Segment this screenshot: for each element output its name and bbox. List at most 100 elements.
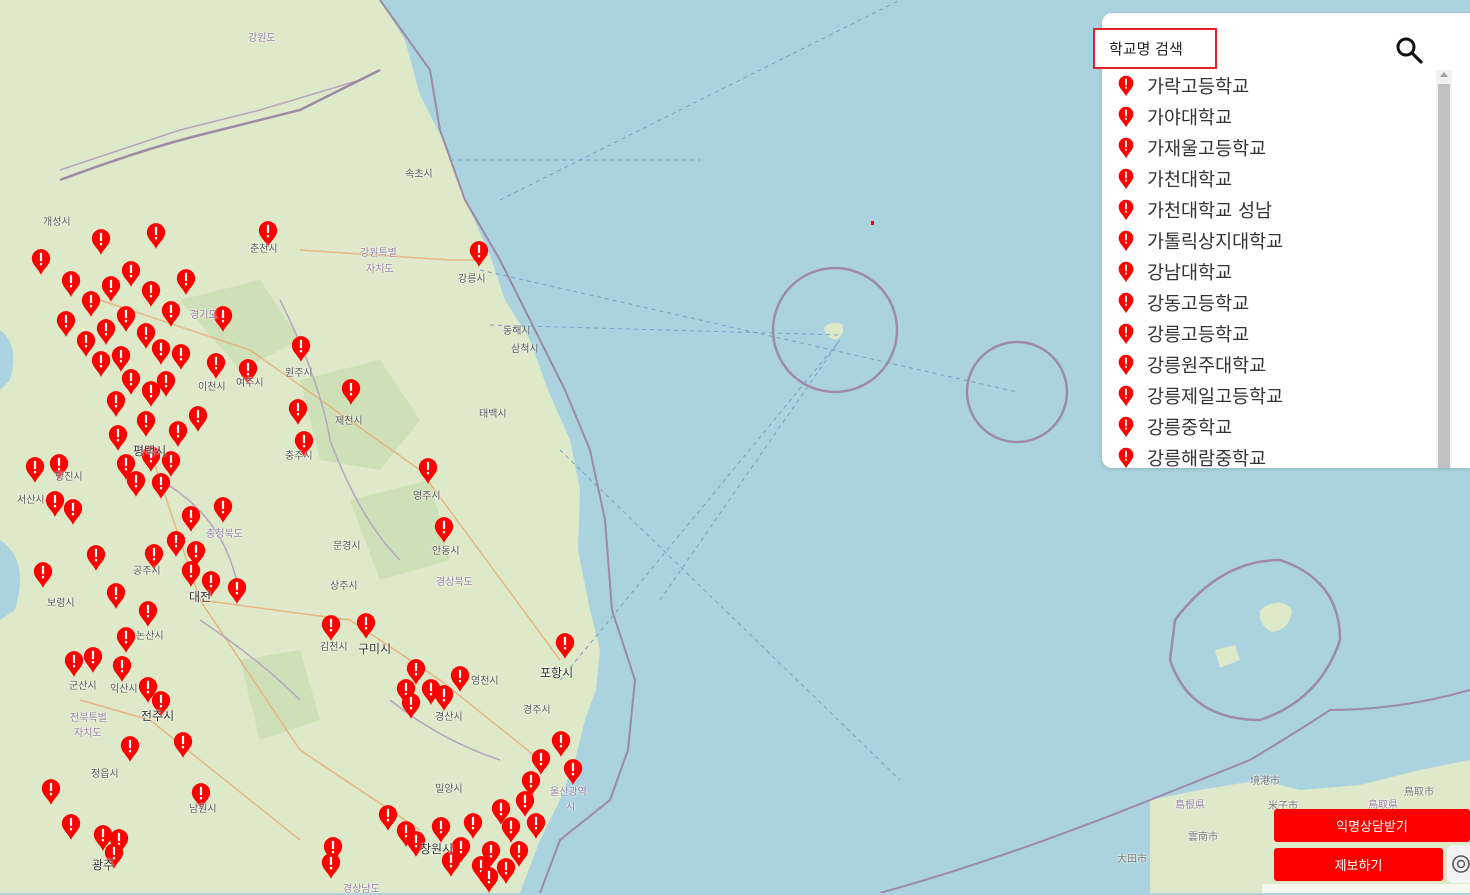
map-label: 원주시 <box>285 368 313 379</box>
map-pin-icon <box>1117 168 1135 190</box>
map-label: 大田市 <box>1117 854 1147 865</box>
school-name: 가톨릭상지대학교 <box>1147 231 1284 253</box>
school-name: 가야대학교 <box>1147 107 1233 129</box>
school-name: 강남대학교 <box>1147 262 1233 284</box>
dokdo-marker <box>871 221 874 225</box>
map-label: 안동시 <box>432 546 460 557</box>
map-label: 밀양시 <box>435 784 463 795</box>
map-label: 제천시 <box>335 416 363 427</box>
map-pin-icon <box>1117 230 1135 252</box>
search-button[interactable] <box>1394 35 1424 65</box>
map-label: 익산시 <box>110 684 138 695</box>
map-pin-icon <box>1117 292 1135 314</box>
school-name: 가재울고등학교 <box>1147 138 1267 160</box>
map-label: 포항시 <box>540 666 574 680</box>
school-name: 강릉제일고등학교 <box>1147 386 1284 408</box>
map-label: 경주시 <box>523 705 551 716</box>
map-label: 강원특별 <box>360 248 397 259</box>
school-name: 가천대학교 <box>1147 169 1233 191</box>
school-name: 강릉고등학교 <box>1147 324 1250 346</box>
map-label: 평택시 <box>133 444 167 458</box>
map-label: 태백시 <box>479 409 507 420</box>
school-name: 가천대학교 성남 <box>1147 200 1273 222</box>
map-label: 구미시 <box>358 642 392 656</box>
map-label: 보령시 <box>47 598 75 609</box>
map-label: 이천시 <box>198 382 226 393</box>
map-label: 여주시 <box>236 378 264 389</box>
list-scrollbar[interactable] <box>1436 70 1452 468</box>
map-label: 군산시 <box>69 681 97 692</box>
map-label: 개성시 <box>43 217 71 228</box>
list-item[interactable]: 강동고등학교 <box>1117 287 1432 318</box>
school-search-panel: 가락고등학교 가야대학교 가재울고등학교 가천대학교 가천대학교 성남 가톨릭상… <box>1093 13 1470 468</box>
search-icon <box>1396 37 1423 64</box>
list-item[interactable]: 강남대학교 <box>1117 256 1432 287</box>
map-label: 전북특별 <box>70 713 107 724</box>
map-pin-icon <box>1117 447 1135 469</box>
map-label: 창원시 <box>420 842 454 856</box>
list-item[interactable]: 강릉해람중학교 <box>1117 442 1432 468</box>
map-pin-icon <box>1117 354 1135 376</box>
map-label: 경기도 <box>190 310 218 321</box>
anonymous-consult-button[interactable]: 익명상담받기 <box>1274 809 1470 842</box>
search-box[interactable] <box>1093 28 1217 69</box>
map-label: 정읍시 <box>91 769 119 780</box>
map-pin-icon <box>1117 106 1135 128</box>
map-label: 서산시 <box>17 495 45 506</box>
school-name: 강릉해람중학교 <box>1147 448 1267 469</box>
map-label: 전주시 <box>141 709 175 723</box>
map-label: 자치도 <box>366 264 394 275</box>
map-label: 대전 <box>189 590 212 604</box>
map-label: 김천시 <box>320 642 348 653</box>
list-item[interactable]: 가천대학교 성남 <box>1117 194 1432 225</box>
map-label: 鳥取市 <box>1404 787 1434 798</box>
map-attribution <box>1262 884 1470 893</box>
map-label: 충청북도 <box>206 529 243 540</box>
map-label: 문경시 <box>333 541 361 552</box>
school-name: 가락고등학교 <box>1147 76 1250 98</box>
map-pin-icon <box>1117 137 1135 159</box>
map-label: 境港市 <box>1250 776 1280 787</box>
list-item[interactable]: 강릉제일고등학교 <box>1117 380 1432 411</box>
scroll-up-arrow-icon[interactable] <box>1440 72 1448 77</box>
map-label: 상주시 <box>330 581 358 592</box>
map-pin-icon <box>1117 199 1135 221</box>
map-pin-icon <box>1117 416 1135 438</box>
map-label: 남원시 <box>189 804 217 815</box>
list-item[interactable]: 가야대학교 <box>1117 101 1432 132</box>
list-item[interactable]: 강릉중학교 <box>1117 411 1432 442</box>
map-label: 동해시 <box>503 326 531 337</box>
list-item[interactable]: 가락고등학교 <box>1117 70 1432 101</box>
map-pin-icon <box>1117 261 1135 283</box>
map-label: 춘천시 <box>250 244 278 255</box>
map-label: 공주시 <box>133 566 161 577</box>
map-label: 충주시 <box>285 451 313 462</box>
map-label: 당진시 <box>55 472 83 483</box>
chat-ai-icon-glyph <box>1452 855 1470 873</box>
search-input[interactable] <box>1095 30 1215 67</box>
map-label: 영주시 <box>413 491 441 502</box>
map-label: 시 <box>566 802 576 813</box>
report-button[interactable]: 제보하기 <box>1274 848 1443 881</box>
school-name: 강릉중학교 <box>1147 417 1233 439</box>
map-label: 雲南市 <box>1188 832 1218 843</box>
chat-ai-icon[interactable] <box>1447 845 1470 883</box>
list-item[interactable]: 강릉고등학교 <box>1117 318 1432 349</box>
map-label: 경상북도 <box>436 577 473 588</box>
map-label: 島根県 <box>1175 800 1205 811</box>
list-item[interactable]: 가톨릭상지대학교 <box>1117 225 1432 256</box>
map-label: 영천시 <box>471 676 499 687</box>
map-label: 경산시 <box>435 712 463 723</box>
map-pin-icon <box>1117 385 1135 407</box>
list-item[interactable]: 가재울고등학교 <box>1117 132 1432 163</box>
map-label: 강원도 <box>248 33 276 44</box>
school-name: 강동고등학교 <box>1147 293 1250 315</box>
list-item[interactable]: 가천대학교 <box>1117 163 1432 194</box>
map-pin-icon <box>1117 75 1135 97</box>
map-label: 논산시 <box>136 631 164 642</box>
map-pin-icon <box>1117 323 1135 345</box>
map-label: 삼척시 <box>511 344 539 355</box>
list-item[interactable]: 강릉원주대학교 <box>1117 349 1432 380</box>
scroll-thumb[interactable] <box>1438 84 1450 468</box>
map-label: 자치도 <box>74 728 102 739</box>
